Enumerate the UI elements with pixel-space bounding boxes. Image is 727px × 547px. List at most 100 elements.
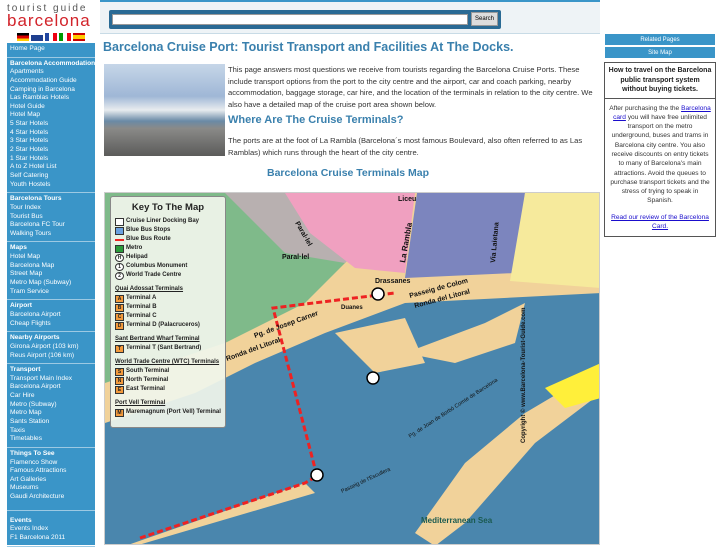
- sidebar-link[interactable]: Flamenco Show: [10, 459, 95, 468]
- sidebar-link[interactable]: Girona Airport (103 km): [10, 343, 95, 352]
- terminal-name: Terminal A: [126, 295, 157, 301]
- terminal-name: North Terminal: [126, 377, 169, 383]
- key-legend-label: Blue Bus Stops: [126, 227, 171, 233]
- sidebar-heading: Things To See: [10, 449, 55, 457]
- sidebar-link[interactable]: Timetables: [10, 435, 95, 444]
- sidebar-link[interactable]: Accommodation Guide: [10, 77, 95, 86]
- terminal-name: Terminal C: [126, 313, 157, 319]
- sidebar-link[interactable]: Camping in Barcelona: [10, 86, 95, 95]
- related-pages-link[interactable]: Related Pages: [604, 33, 716, 46]
- sidebar-link[interactable]: Museums: [10, 484, 95, 493]
- sidebar-link[interactable]: Cheap Flights: [10, 320, 95, 329]
- sidebar-link[interactable]: Youth Hostels: [10, 181, 95, 190]
- metro-icon: [115, 244, 124, 253]
- sidebar-link[interactable]: 3 Star Hotels: [10, 137, 95, 146]
- sidebar-link[interactable]: Barcelona Map: [10, 262, 95, 271]
- spanish-flag-icon[interactable]: [73, 33, 85, 41]
- sidebar-section: Nearby Airports Girona Airport (103 km) Re…: [7, 332, 95, 365]
- terminal-name: Terminal T (Sant Bertrand): [126, 345, 202, 351]
- sidebar-link[interactable]: Taxis: [10, 427, 95, 436]
- sidebar-link[interactable]: Hotel Map: [10, 253, 95, 262]
- key-section-title: Sant Bertrand Wharf Terminal: [115, 336, 200, 342]
- map-key: Key To The Map Cruise Liner Docking Bay Bl…: [110, 196, 226, 428]
- sidebar-link[interactable]: Reus Airport (106 km): [10, 352, 95, 361]
- uk-flag-icon[interactable]: [31, 33, 43, 41]
- sidebar-link[interactable]: A to Z Hotel List: [10, 163, 95, 172]
- terminal-badge-icon: C: [115, 312, 124, 321]
- gothic-district: [405, 193, 525, 278]
- key-legend-item: H Helipad: [115, 253, 221, 262]
- key-section-title: World Trade Centre (WTC) Terminals: [115, 359, 220, 365]
- sidebar-link[interactable]: F1 Barcelona 2011: [10, 534, 95, 543]
- key-legend-label: Blue Bus Route: [126, 236, 171, 242]
- sidebar-link[interactable]: Tour Index: [10, 204, 95, 213]
- cruise-terminals-map[interactable]: Liceu Paral·lel Paral·lel La Rambla Via …: [104, 192, 600, 545]
- sidebar-link[interactable]: 5 Star Hotels: [10, 120, 95, 129]
- key-legend-label: Metro: [126, 245, 143, 251]
- key-legend-item: Metro: [115, 244, 221, 253]
- map-label-liceu: Liceu: [398, 196, 416, 203]
- key-terminal-item: N North Terminal: [115, 376, 221, 385]
- search-button[interactable]: Search: [471, 12, 498, 26]
- sidebar-link[interactable]: Hotel Map: [10, 111, 95, 120]
- sidebar-section: Home Page: [7, 43, 95, 58]
- key-legend-item: Blue Bus Route: [115, 235, 221, 244]
- sidebar-link[interactable]: Street Map: [10, 270, 95, 279]
- tip-heading: How to travel on the Barcelona public tr…: [605, 63, 715, 99]
- key-terminal-item: S South Terminal: [115, 367, 221, 376]
- german-flag-icon[interactable]: [17, 33, 29, 41]
- sidebar-link[interactable]: Events Index: [10, 525, 95, 534]
- site-map-link[interactable]: Site Map: [604, 46, 716, 59]
- key-terminal-item: E East Terminal: [115, 385, 221, 394]
- sidebar-link[interactable]: Self Catering: [10, 172, 95, 181]
- sidebar-link[interactable]: Walking Tours: [10, 230, 95, 239]
- italian-flag-icon[interactable]: [59, 33, 71, 41]
- french-flag-icon[interactable]: [45, 33, 57, 41]
- terminal-badge-icon: S: [115, 367, 124, 376]
- sidebar-heading: Nearby Airports: [10, 334, 60, 342]
- sidebar-section: Things To See Flamenco Show Famous Attract…: [7, 448, 95, 511]
- sidebar-link[interactable]: Car Hire: [10, 392, 95, 401]
- helipad-marker: [310, 468, 324, 482]
- intro-text: This page answers most questions we rece…: [228, 65, 593, 109]
- sidebar-link[interactable]: Metro Map: [10, 409, 95, 418]
- sidebar-link[interactable]: Famous Attractions: [10, 467, 95, 476]
- sidebar-link[interactable]: Gaudi Architecture: [10, 493, 95, 502]
- key-terminal-item: M Maremagnum (Port Vell) Terminal: [115, 408, 221, 417]
- tip-text-end: you will have free unlimited transport o…: [610, 113, 710, 205]
- sidebar-link[interactable]: Tourist Bus: [10, 213, 95, 222]
- search-input[interactable]: [112, 14, 468, 25]
- sidebar-section: Transport Transport Main Index Barcelona A…: [7, 364, 95, 448]
- map-title: Barcelona Cruise Terminals Map: [267, 167, 430, 179]
- page-title: Barcelona Cruise Port: Tourist Transport…: [103, 40, 514, 54]
- sidebar-link[interactable]: Metro (Subway): [10, 401, 95, 410]
- key-terminal-item: A Terminal A: [115, 294, 221, 303]
- sidebar-heading: Airport: [10, 302, 32, 310]
- sidebar-link[interactable]: Hotel Guide: [10, 103, 95, 112]
- sidebar-link[interactable]: Tram Service: [10, 288, 95, 297]
- sidebar-link[interactable]: Barcelona Airport: [10, 383, 95, 392]
- terminal-badge-icon: M: [115, 408, 124, 417]
- sidebar-section: Airport Barcelona Airport Cheap Flights: [7, 300, 95, 333]
- sidebar-link[interactable]: Art Galleries: [10, 476, 95, 485]
- sidebar-link[interactable]: 2 Star Hotels: [10, 146, 95, 155]
- sidebar-link[interactable]: Apartments: [10, 68, 95, 77]
- terminal-badge-icon: T: [115, 344, 124, 353]
- tip-text-start: After purchasing the the: [609, 104, 682, 112]
- sidebar-link[interactable]: Metro Map (Subway): [10, 279, 95, 288]
- sidebar-link[interactable]: Barcelona FC Tour: [10, 221, 95, 230]
- sidebar-link[interactable]: Barcelona Airport: [10, 311, 95, 320]
- site-logo[interactable]: tourist guide barcelona: [4, 2, 96, 42]
- sidebar-link[interactable]: Home Page: [10, 45, 95, 54]
- terminal-name: Maremagnum (Port Vell) Terminal: [126, 409, 221, 415]
- sidebar-link[interactable]: 1 Star Hotels: [10, 155, 95, 164]
- sidebar-link[interactable]: Las Ramblas Hotels: [10, 94, 95, 103]
- section-heading: Where Are The Cruise Terminals?: [228, 114, 404, 126]
- key-terminal-item: D Terminal D (Palacruceros): [115, 321, 221, 330]
- review-card-link[interactable]: Read our review of the Barcelona Card.: [611, 214, 709, 230]
- sidebar-link[interactable]: Transport Main Index: [10, 375, 95, 384]
- sidebar-link[interactable]: 4 Star Hotels: [10, 129, 95, 138]
- sidebar-link[interactable]: Sants Station: [10, 418, 95, 427]
- map-label-parallel-station: Paral·lel: [282, 254, 309, 261]
- cruise-port-photo: [104, 64, 225, 156]
